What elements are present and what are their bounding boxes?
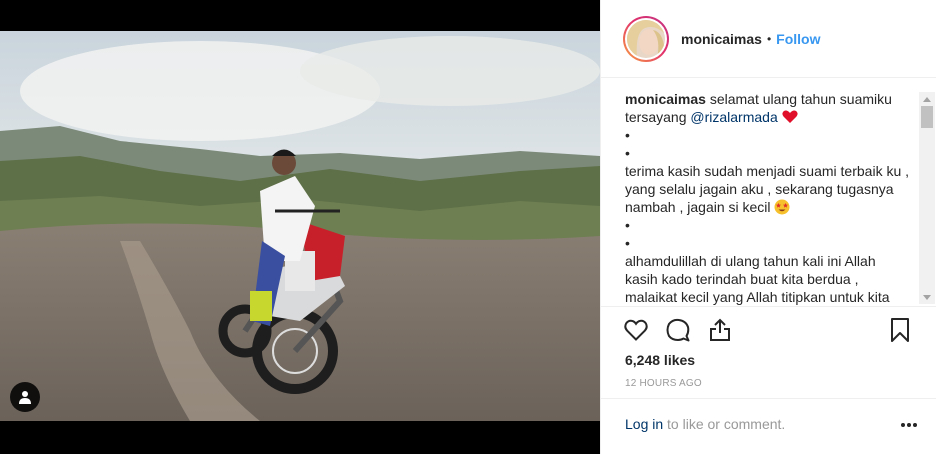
comment-prompt: Log in to like or comment. [625, 416, 785, 432]
heart-icon [624, 319, 648, 341]
post-time[interactable]: 12 HOURS AGO [625, 378, 702, 389]
scroll-thumb[interactable] [921, 106, 933, 128]
likes-count[interactable]: 6,248 likes [625, 352, 695, 368]
heart-emoji [781, 109, 798, 125]
caption-scrollbar[interactable] [919, 92, 935, 304]
bullet: • [625, 127, 630, 143]
bullet: • [625, 145, 630, 161]
more-button[interactable] [899, 415, 919, 435]
caption: monicaimas selamat ulang tahun suamiku t… [625, 90, 911, 306]
more-icon [901, 423, 917, 427]
comment-icon [666, 318, 690, 342]
bullet: • [625, 235, 630, 251]
action-bar [623, 317, 733, 343]
scroll-down-arrow[interactable] [919, 290, 935, 304]
caption-area: monicaimas selamat ulang tahun suamiku t… [601, 90, 936, 306]
post-image [0, 31, 600, 421]
comment-prompt-text: to like or comment. [663, 416, 786, 432]
comment-button[interactable] [665, 317, 691, 343]
header-username[interactable]: monicaimas [681, 31, 762, 47]
login-link[interactable]: Log in [625, 416, 663, 432]
scroll-up-arrow[interactable] [919, 92, 935, 106]
avatar-image [627, 19, 665, 58]
actions-area: 6,248 likes 12 HOURS AGO [601, 306, 936, 406]
bullet: • [625, 217, 630, 233]
comment-bar: Log in to like or comment. [601, 398, 936, 454]
save-button[interactable] [889, 317, 915, 343]
bookmark-icon [891, 318, 909, 342]
caption-username[interactable]: monicaimas [625, 91, 706, 107]
person-icon [19, 391, 31, 404]
caption-paragraph-1: terima kasih sudah menjadi suami terbaik… [625, 163, 910, 215]
caption-paragraph-2: alhamdulillah di ulang tahun kali ini Al… [625, 253, 890, 305]
follow-button[interactable]: Follow [776, 31, 820, 47]
share-icon [710, 318, 730, 341]
caption-text-1: selamat ulang tahun suamiku [705, 91, 892, 107]
post-photo[interactable] [0, 31, 600, 421]
separator-dot: • [766, 31, 772, 46]
post-panel: monicaimas • Follow monicaimas selamat u… [600, 0, 936, 454]
share-button[interactable] [707, 317, 733, 343]
post-header: monicaimas • Follow [601, 0, 936, 78]
star-eyes-emoji [774, 199, 790, 215]
like-button[interactable] [623, 317, 649, 343]
photo-area [0, 0, 600, 454]
avatar[interactable] [623, 15, 669, 62]
caption-text-2: tersayang [625, 109, 691, 125]
user-tag-button[interactable] [10, 382, 40, 412]
mention-link[interactable]: @rizalarmada [690, 109, 777, 125]
